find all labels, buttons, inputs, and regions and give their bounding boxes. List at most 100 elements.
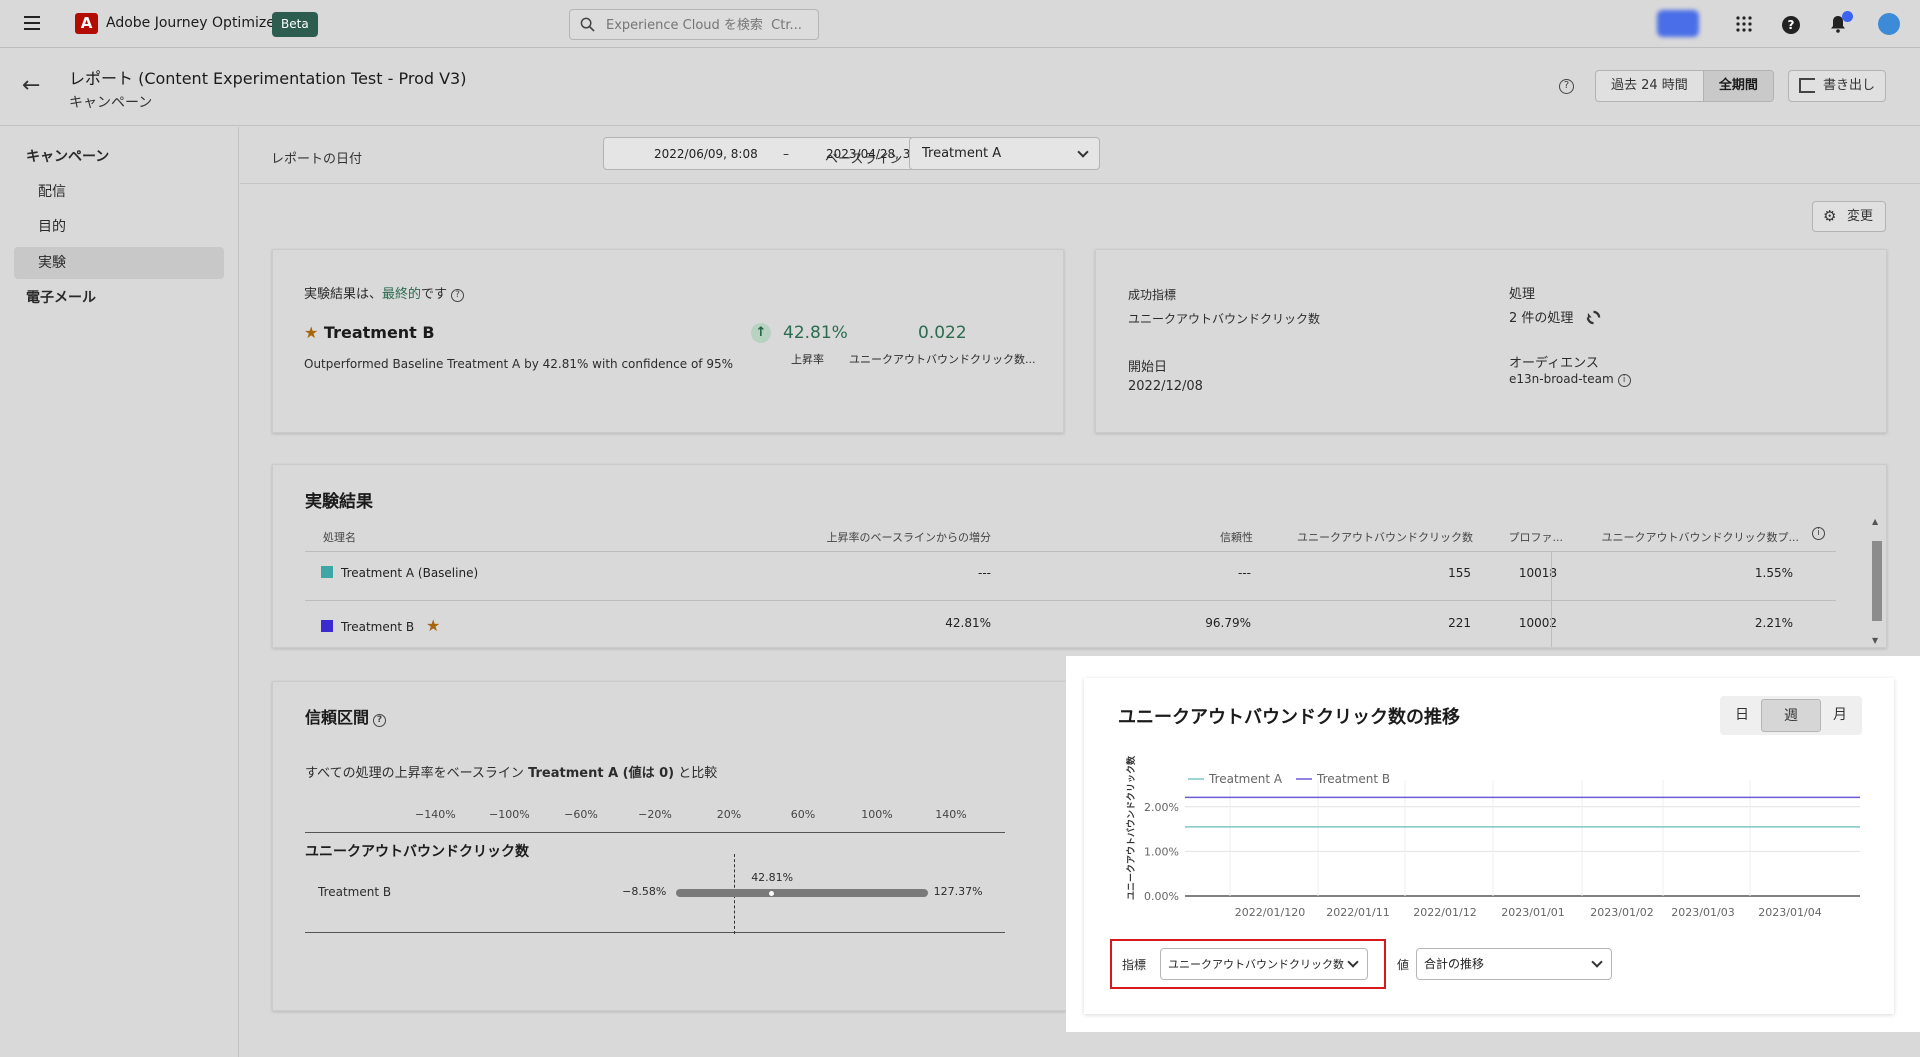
time-range-toggle[interactable]: 過去 24 時間 全期間 bbox=[1595, 70, 1774, 102]
help-icon[interactable]: ? bbox=[1779, 12, 1803, 36]
sidebar-item-objectives[interactable]: 目的 bbox=[14, 211, 224, 243]
sidebar-item-experiment[interactable]: 実験 bbox=[14, 247, 224, 279]
col-clicks[interactable]: ユニークアウトバウンドクリック数 bbox=[1253, 529, 1473, 545]
confidence-cell: 96.79% bbox=[1205, 616, 1251, 630]
arrow-up-icon: ↑ bbox=[751, 323, 771, 343]
baseline-value: Treatment A bbox=[922, 146, 1002, 161]
x-tick-label: 2023/01/02 bbox=[1590, 906, 1653, 919]
back-arrow-icon[interactable]: ← bbox=[22, 73, 40, 98]
apps-grid-icon[interactable] bbox=[1732, 12, 1756, 36]
treatment-name: Treatment B bbox=[341, 620, 415, 634]
date-start[interactable]: 2022/06/09, 8:08 bbox=[654, 147, 758, 161]
table-scrollbar[interactable]: ▲ ▼ bbox=[1870, 517, 1884, 647]
period-toggle[interactable]: 日 週 月 bbox=[1720, 696, 1862, 735]
period-month[interactable]: 月 bbox=[1821, 699, 1859, 732]
clicks-cell: 155 bbox=[1448, 566, 1471, 580]
rate-cell: 1.55% bbox=[1754, 566, 1793, 580]
sidebar: キャンペーン 配信 目的 実験 電子メール bbox=[0, 127, 239, 1057]
range-last-24h[interactable]: 過去 24 時間 bbox=[1596, 71, 1703, 101]
scroll-thumb[interactable] bbox=[1872, 541, 1882, 621]
y-tick-label: 1.00% bbox=[1144, 845, 1179, 858]
success-metric-value: ユニークアウトバウンドクリック数 bbox=[1128, 312, 1321, 326]
ci-interval-bar[interactable] bbox=[676, 889, 928, 897]
ci-row-label: Treatment B bbox=[318, 885, 392, 899]
app-name[interactable]: Adobe Journey Optimizer bbox=[106, 15, 281, 31]
treatments-value: 2 件の処理 bbox=[1509, 307, 1601, 326]
treatments-count: 2 件の処理 bbox=[1509, 311, 1574, 326]
treatments-label: 処理 bbox=[1509, 287, 1536, 302]
confidence-cell: --- bbox=[1238, 566, 1251, 580]
help-icon[interactable]: ? bbox=[373, 714, 387, 727]
ci-bottom-line bbox=[305, 932, 1005, 933]
winner-name: Treatment B bbox=[323, 323, 435, 342]
ci-tick-label: −60% bbox=[564, 808, 598, 821]
change-label: 変更 bbox=[1847, 209, 1874, 224]
trend-line-chart: ユニークアウトバウンドクリック数 0.00% 1.00% 2.00% 2022/01/1… bbox=[1125, 755, 1860, 919]
success-metric-label: 成功指標 bbox=[1128, 288, 1177, 302]
range-all-time[interactable]: 全期間 bbox=[1702, 71, 1773, 101]
y-tick-label: 0.00% bbox=[1144, 890, 1179, 903]
legend-label: Treatment B bbox=[1316, 772, 1390, 786]
ci-tick-label: 100% bbox=[861, 808, 893, 821]
period-day[interactable]: 日 bbox=[1723, 699, 1761, 732]
col-click-rate[interactable]: ユニークアウトバウンドクリック数プ... bbox=[1577, 529, 1800, 545]
y-tick-label: 2.00% bbox=[1144, 801, 1179, 814]
clicks-cell: 221 bbox=[1448, 616, 1471, 630]
status-prefix: 実験結果は、 bbox=[304, 287, 383, 302]
scroll-down-icon[interactable]: ▼ bbox=[1872, 636, 1878, 645]
top-bar: A Adobe Journey Optimizer Beta ? bbox=[0, 0, 1920, 48]
compare-suffix: と比較 bbox=[674, 766, 718, 781]
start-date-value: 2022/12/08 bbox=[1128, 379, 1203, 394]
col-profiles[interactable]: プロファ... bbox=[1477, 529, 1564, 545]
org-switcher[interactable] bbox=[1657, 10, 1699, 37]
col-treatment-name[interactable]: 処理名 bbox=[323, 529, 356, 545]
metric-select[interactable]: ユニークアウトバウンドクリック数 bbox=[1160, 948, 1368, 980]
help-icon[interactable]: ? bbox=[451, 289, 465, 302]
x-tick-label: 2023/01/01 bbox=[1501, 906, 1564, 919]
page-subtitle: キャンペーン bbox=[69, 95, 153, 111]
ci-metric-title: ユニークアウトバウンドクリック数 bbox=[305, 844, 529, 860]
scroll-up-icon[interactable]: ▲ bbox=[1872, 517, 1878, 526]
avatar[interactable] bbox=[1878, 13, 1900, 35]
audience-name[interactable]: e13n-broad-team bbox=[1509, 372, 1614, 386]
result-summary-card: 実験結果は、最終的です? ★ Treatment B Outperformed … bbox=[272, 249, 1064, 433]
results-title: 実験結果 bbox=[305, 492, 373, 512]
profiles-cell: 10002 bbox=[1518, 616, 1557, 630]
ci-axis-line bbox=[305, 832, 1005, 833]
gear-icon: ⚙ bbox=[1823, 207, 1837, 225]
export-label: 書き出し bbox=[1823, 78, 1876, 93]
search-input[interactable] bbox=[606, 15, 811, 35]
sidebar-item-delivery[interactable]: 配信 bbox=[14, 176, 224, 208]
baseline-select[interactable]: Treatment A bbox=[909, 137, 1100, 170]
metric-value: 0.022 bbox=[918, 323, 967, 343]
col-lift[interactable]: 上昇率のベースラインからの増分 bbox=[691, 529, 991, 545]
menu-icon[interactable] bbox=[24, 16, 40, 30]
sidebar-item-email[interactable]: 電子メール bbox=[14, 282, 224, 314]
star-icon: ★ bbox=[425, 616, 441, 635]
y-axis-label: ユニークアウトバウンドクリック数 bbox=[1125, 755, 1137, 900]
x-tick-label: 2022/01/12 bbox=[1413, 906, 1476, 919]
status-value: 最終的 bbox=[382, 287, 422, 302]
trend-title: ユニークアウトバウンドクリック数の推移 bbox=[1118, 707, 1460, 728]
sidebar-item-campaign[interactable]: キャンペーン bbox=[14, 141, 224, 173]
search-box[interactable] bbox=[569, 9, 819, 40]
sync-icon[interactable] bbox=[1586, 310, 1601, 325]
export-button[interactable]: 書き出し bbox=[1788, 70, 1886, 102]
ci-tick-label: −140% bbox=[415, 808, 456, 821]
adobe-logo: A bbox=[75, 13, 98, 34]
col-confidence[interactable]: 信頼性 bbox=[1073, 529, 1253, 545]
page-header: ← レポート (Content Experimentation Test - P… bbox=[0, 48, 1920, 126]
winner-title: ★ Treatment B bbox=[304, 323, 435, 342]
period-week[interactable]: 週 bbox=[1761, 699, 1821, 732]
ci-tick-label: 20% bbox=[716, 808, 742, 821]
info-icon[interactable]: i bbox=[1617, 374, 1631, 387]
lift-cell: --- bbox=[978, 566, 991, 580]
value-select[interactable]: 合計の推移 bbox=[1416, 948, 1612, 980]
change-button[interactable]: ⚙ 変更 bbox=[1812, 201, 1886, 232]
info-icon[interactable]: i bbox=[1812, 527, 1825, 540]
metric-label: 指標 bbox=[1122, 958, 1147, 972]
help-icon[interactable]: ? bbox=[1559, 79, 1574, 94]
confidence-interval-card: 信頼区間? すべての処理の上昇率をベースライン Treatment A (値は … bbox=[272, 681, 1067, 1011]
report-date-label: レポートの日付 bbox=[271, 152, 363, 167]
table-divider bbox=[305, 600, 1836, 601]
